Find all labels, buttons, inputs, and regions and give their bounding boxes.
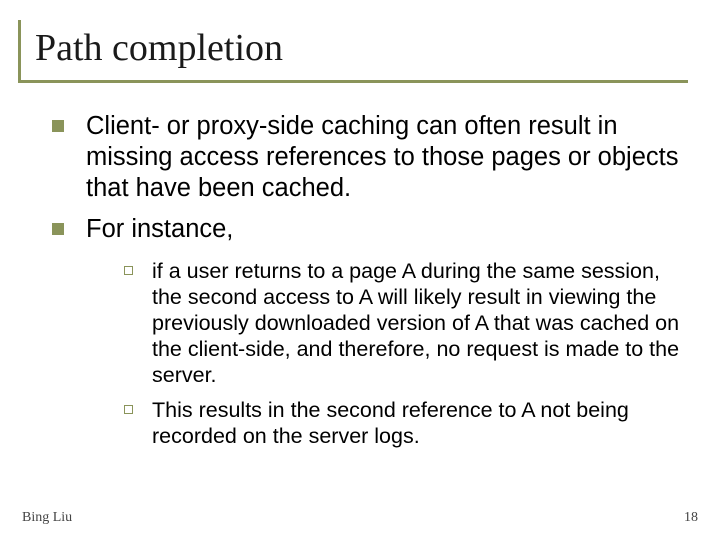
list-item: if a user returns to a page A during the… [124, 259, 680, 388]
footer-page-number: 18 [684, 510, 698, 526]
bullet-list: Client- or proxy-side caching can often … [52, 111, 680, 450]
bullet-text: Client- or proxy-side caching can often … [86, 112, 678, 202]
slide-title: Path completion [18, 20, 688, 83]
footer-author: Bing Liu [22, 510, 72, 526]
bullet-text: For instance, [86, 215, 233, 243]
hollow-square-bullet-icon [124, 405, 133, 414]
list-item: For instance, if a user returns to a pag… [52, 214, 680, 450]
square-bullet-icon [52, 223, 64, 235]
sub-bullet-list: if a user returns to a page A during the… [124, 259, 680, 450]
list-item: Client- or proxy-side caching can often … [52, 111, 680, 204]
hollow-square-bullet-icon [124, 266, 133, 275]
sub-bullet-text: if a user returns to a page A during the… [152, 259, 679, 386]
slide: Path completion Client- or proxy-side ca… [0, 0, 720, 540]
square-bullet-icon [52, 120, 64, 132]
sub-bullet-text: This results in the second reference to … [152, 398, 629, 448]
list-item: This results in the second reference to … [124, 398, 680, 450]
